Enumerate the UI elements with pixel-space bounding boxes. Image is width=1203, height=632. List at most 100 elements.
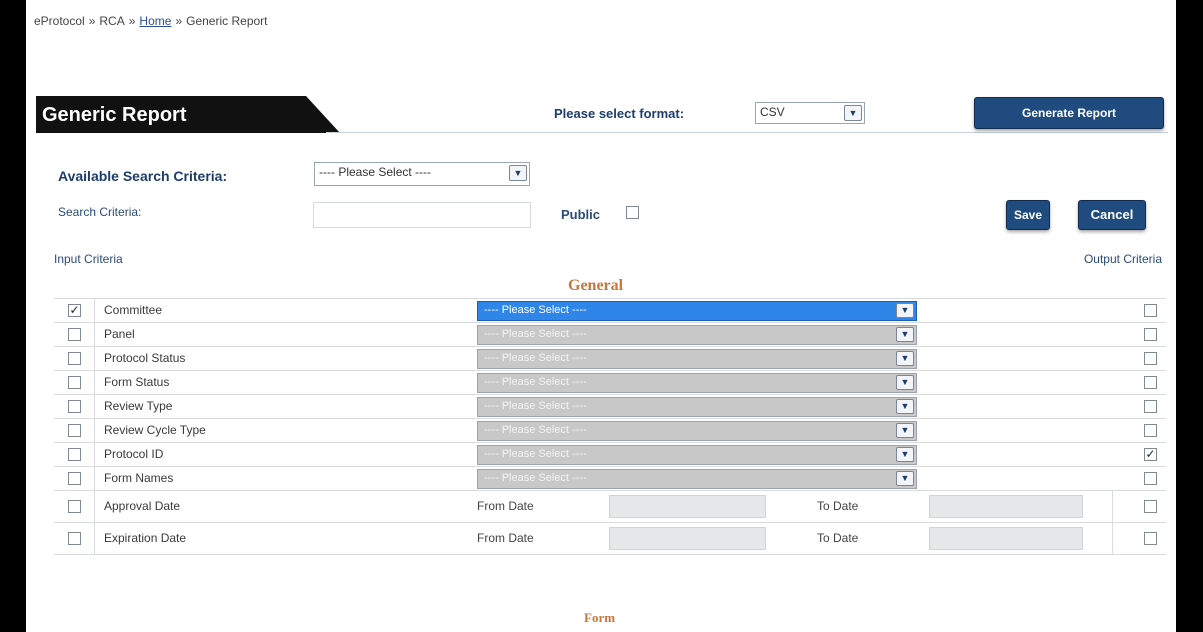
format-select[interactable]: CSV ▼ [755, 102, 865, 124]
chevron-down-icon: ▼ [896, 351, 914, 366]
breadcrumb-separator: » [88, 14, 96, 28]
column-divider [94, 323, 95, 346]
input-checkbox[interactable] [68, 376, 81, 389]
available-search-criteria-value: ---- Please Select ---- [319, 165, 432, 179]
criteria-label: Form Status [104, 375, 170, 389]
section-heading-form: Form [584, 610, 616, 625]
input-checkbox[interactable] [68, 532, 81, 545]
column-divider [94, 371, 95, 394]
column-divider [94, 523, 95, 554]
criteria-select-value: ---- Please Select ---- [484, 328, 587, 340]
table-row: Form Status ---- Please Select ---- ▼ [54, 371, 1166, 395]
criteria-select-value: ---- Please Select ---- [484, 376, 587, 388]
output-checkbox[interactable]: ✓ [1144, 448, 1157, 461]
cancel-button[interactable]: Cancel [1078, 200, 1146, 230]
criteria-select[interactable]: ---- Please Select ---- ▼ [477, 349, 917, 369]
column-divider [94, 491, 95, 522]
column-divider [94, 419, 95, 442]
input-checkbox[interactable] [68, 472, 81, 485]
table-row: Panel ---- Please Select ---- ▼ [54, 323, 1166, 347]
criteria-label: Review Cycle Type [104, 423, 206, 437]
output-checkbox[interactable] [1144, 532, 1157, 545]
criteria-select[interactable]: ---- Please Select ---- ▼ [477, 421, 917, 441]
output-checkbox[interactable] [1144, 400, 1157, 413]
chevron-down-icon: ▼ [896, 399, 914, 414]
criteria-label: Committee [104, 303, 163, 317]
input-checkbox[interactable] [68, 500, 81, 513]
from-date-input[interactable] [609, 527, 766, 550]
column-divider [94, 443, 95, 466]
to-date-label: To Date [817, 531, 859, 545]
input-checkbox[interactable] [68, 328, 81, 341]
criteria-select[interactable]: ---- Please Select ---- ▼ [477, 397, 917, 417]
chevron-down-icon: ▼ [509, 165, 527, 181]
column-divider [1112, 523, 1113, 554]
chevron-down-icon: ▼ [896, 423, 914, 438]
to-date-input[interactable] [929, 527, 1083, 550]
output-checkbox[interactable] [1144, 500, 1157, 513]
input-checkbox[interactable] [68, 448, 81, 461]
input-checkbox[interactable] [68, 424, 81, 437]
public-label: Public [561, 207, 601, 222]
to-date-input[interactable] [929, 495, 1083, 518]
criteria-label: Protocol Status [104, 351, 186, 365]
criteria-select[interactable]: ---- Please Select ---- ▼ [477, 469, 917, 489]
table-row: Protocol ID ---- Please Select ---- ▼ ✓ [54, 443, 1166, 467]
page-title: Generic Report [42, 104, 187, 126]
output-checkbox[interactable] [1144, 472, 1157, 485]
output-checkbox[interactable] [1144, 424, 1157, 437]
from-date-label: From Date [477, 499, 534, 513]
search-criteria-label: Search Criteria: [58, 205, 142, 219]
table-row: Review Cycle Type ---- Please Select ----… [54, 419, 1166, 443]
criteria-label: Form Names [104, 471, 174, 485]
from-date-input[interactable] [609, 495, 766, 518]
criteria-label: Panel [104, 327, 135, 341]
from-date-label: From Date [477, 531, 534, 545]
generate-report-button[interactable]: Generate Report [974, 97, 1164, 129]
criteria-select-value: ---- Please Select ---- [484, 472, 587, 484]
save-button[interactable]: Save [1006, 200, 1050, 230]
chevron-down-icon: ▼ [844, 105, 862, 121]
criteria-select[interactable]: ---- Please Select ---- ▼ [477, 445, 917, 465]
to-date-label: To Date [817, 499, 859, 513]
output-checkbox[interactable] [1144, 376, 1157, 389]
section-heading-general: General [568, 277, 624, 294]
criteria-select[interactable]: ---- Please Select ---- ▼ [477, 373, 917, 393]
criteria-table: ✓ Committee ---- Please Select ---- ▼ Panel -… [54, 298, 1166, 555]
input-checkbox[interactable]: ✓ [68, 304, 81, 317]
output-checkbox[interactable] [1144, 328, 1157, 341]
breadcrumb-separator: » [128, 14, 136, 28]
column-divider [94, 347, 95, 370]
criteria-label: Expiration Date [104, 531, 187, 545]
criteria-select[interactable]: ---- Please Select ---- ▼ [477, 325, 917, 345]
criteria-select-value: ---- Please Select ---- [484, 304, 587, 316]
public-checkbox[interactable] [626, 206, 639, 219]
table-row: ✓ Committee ---- Please Select ---- ▼ [54, 299, 1166, 323]
chevron-down-icon: ▼ [896, 471, 914, 486]
search-criteria-input[interactable] [313, 202, 531, 228]
breadcrumb-current: Generic Report [186, 14, 268, 28]
chevron-down-icon: ▼ [896, 303, 914, 318]
output-checkbox[interactable] [1144, 352, 1157, 365]
table-row: Review Type ---- Please Select ---- ▼ [54, 395, 1166, 419]
criteria-select-value: ---- Please Select ---- [484, 424, 587, 436]
breadcrumb-home-link[interactable]: Home [139, 14, 171, 28]
criteria-label: Approval Date [104, 499, 181, 513]
column-divider [94, 467, 95, 490]
criteria-select-value: ---- Please Select ---- [484, 448, 587, 460]
breadcrumb-separator: » [175, 14, 183, 28]
chevron-down-icon: ▼ [896, 375, 914, 390]
output-checkbox[interactable] [1144, 304, 1157, 317]
input-checkbox[interactable] [68, 400, 81, 413]
column-divider [94, 299, 95, 322]
format-select-value: CSV [760, 105, 785, 119]
input-checkbox[interactable] [68, 352, 81, 365]
breadcrumb-eprotocol: eProtocol [34, 14, 85, 28]
page-title-tab: Generic Report [36, 96, 356, 134]
table-row: Form Names ---- Please Select ---- ▼ [54, 467, 1166, 491]
available-search-criteria-select[interactable]: ---- Please Select ---- ▼ [314, 162, 530, 186]
criteria-select[interactable]: ---- Please Select ---- ▼ [477, 301, 917, 321]
criteria-label: Protocol ID [104, 447, 164, 461]
title-divider [326, 132, 1168, 133]
column-divider [94, 395, 95, 418]
